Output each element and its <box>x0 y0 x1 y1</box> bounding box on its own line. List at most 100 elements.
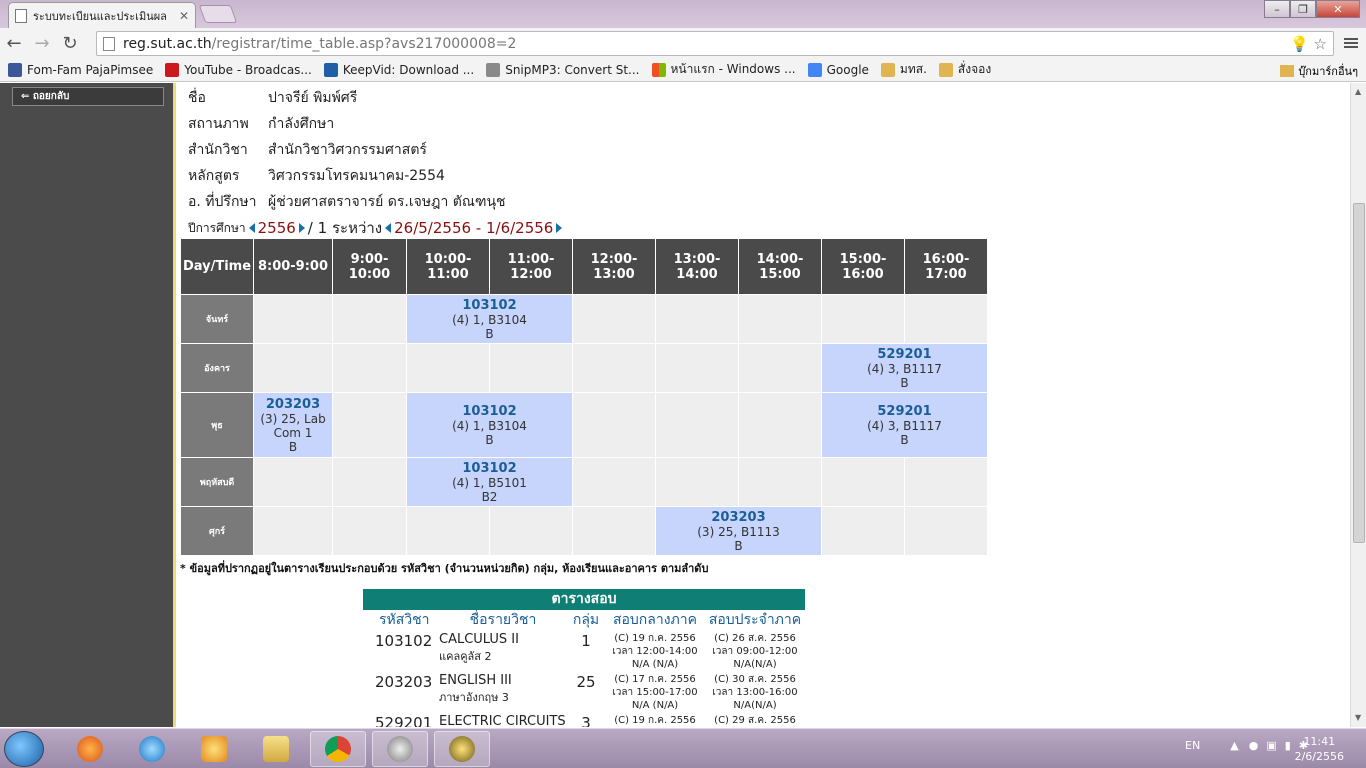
tray-arrow-icon[interactable]: ▲ <box>1230 739 1238 752</box>
folder-icon <box>880 62 895 77</box>
bookmark-item[interactable]: Fom-Fam PajaPimsee <box>8 62 153 77</box>
day-label: ศุกร์ <box>180 506 254 556</box>
term-selector: ปีการศึกษา 2556 / 1 ระหว่าง 26/5/2556 - … <box>188 216 565 240</box>
student-status-row: สถานภาพ กำลังศึกษา <box>188 116 335 132</box>
minimize-button[interactable]: – <box>1264 0 1290 18</box>
exam-row: 529201 ELECTRIC CIRCUITS 3 (C) 19 ก.ค. 2… <box>375 714 796 727</box>
firefox-taskbar-icon[interactable] <box>62 731 118 767</box>
day-label: พุธ <box>180 392 254 458</box>
chrome-taskbar-icon[interactable] <box>310 731 366 767</box>
youtube-icon <box>165 62 180 77</box>
exam-header-row: รหัสวิชา ชื่อรายวิชา กลุ่ม สอบกลางภาค สอ… <box>379 611 802 628</box>
timetable-header: 9:00-10:00 <box>332 238 407 295</box>
browser-tab[interactable]: ระบบทะเบียนและประเมินผล ✕ <box>8 2 196 28</box>
timetable-header: 10:00-11:00 <box>406 238 490 295</box>
timetable: Day/Time 8:00-9:00 9:00-10:00 10:00-11:0… <box>180 238 988 556</box>
scroll-down-icon[interactable]: ▼ <box>1355 713 1361 722</box>
bookmark-item[interactable]: SnipMP3: Convert St... <box>486 62 640 77</box>
exam-table-title: ตารางสอบ <box>363 589 805 610</box>
student-name-row: ชื่อ ปาจรีย์ พิมพ์ศรี <box>188 90 358 106</box>
address-bar[interactable]: reg.sut.ac.th/registrar/time_table.asp?a… <box>96 31 1334 56</box>
next-year-icon[interactable] <box>298 223 305 233</box>
day-label: อังคาร <box>180 343 254 393</box>
timetable-header: 8:00-9:00 <box>253 238 333 295</box>
start-button[interactable] <box>4 731 44 767</box>
url-path: /registrar/time_table.asp?avs217000008=2 <box>211 35 517 52</box>
class-block[interactable]: 529201 (4) 3, B1117 B <box>821 392 988 458</box>
timetable-header: Day/Time <box>180 238 254 295</box>
prev-week-icon[interactable] <box>385 223 392 233</box>
sidebar: ⇐ ถอยกลับ <box>0 83 176 727</box>
back-arrow-icon[interactable]: ← <box>0 33 28 54</box>
scrollbar-thumb[interactable] <box>1353 203 1365 543</box>
folder-icon <box>938 62 953 77</box>
bookmark-item[interactable]: หน้าแรก - Windows ... <box>651 60 796 79</box>
student-program-row: หลักสูตร วิศวกรรมโทรคมนาคม-2554 <box>188 168 445 184</box>
bookmark-item[interactable]: KeepVid: Download ... <box>323 62 474 77</box>
snipmp3-icon <box>486 62 501 77</box>
app-taskbar-icon[interactable] <box>372 731 428 767</box>
explorer-taskbar-icon[interactable] <box>248 731 304 767</box>
close-window-button[interactable]: ✕ <box>1316 0 1360 18</box>
media-player-taskbar-icon[interactable] <box>186 731 242 767</box>
tray-app-icon[interactable]: ● <box>1249 739 1259 752</box>
timetable-header: 14:00-15:00 <box>738 238 822 295</box>
clock[interactable]: 11:41 2/6/2556 <box>1295 734 1344 764</box>
bookmark-star-icon[interactable]: 💡 ☆ <box>1290 35 1327 53</box>
timetable-note: * ข้อมูลที่ปรากฏอยู่ในตารางเรียนประกอบด้… <box>180 562 709 575</box>
class-block[interactable]: 103102 (4) 1, B3104 B <box>406 392 573 458</box>
other-bookmarks[interactable]: บุ๊กมาร์กอื่นๆ <box>1280 62 1358 80</box>
timetable-header: 16:00-17:00 <box>904 238 988 295</box>
google-icon <box>807 62 822 77</box>
class-block[interactable]: 203203 (3) 25, Lab Com 1B <box>253 392 333 458</box>
new-tab-button[interactable] <box>198 5 238 23</box>
day-label: พฤหัสบดี <box>180 457 254 507</box>
timetable-header: 12:00-13:00 <box>572 238 656 295</box>
tab-title: ระบบทะเบียนและประเมินผล <box>33 9 167 23</box>
bookmark-folder[interactable]: สั่งจอง <box>938 60 991 79</box>
exam-row: 203203 ENGLISH III ภาษาอังกฤษ 3 25 (C) 17… <box>375 673 798 711</box>
language-indicator[interactable]: EN <box>1185 739 1200 752</box>
bookmarks-bar: Fom-Fam PajaPimsee YouTube - Broadcas...… <box>0 58 1366 82</box>
url-host: reg.sut.ac.th <box>123 35 212 52</box>
bookmark-folder[interactable]: มทส. <box>880 60 927 79</box>
folder-icon <box>1280 65 1295 77</box>
timetable-header: 11:00-12:00 <box>489 238 573 295</box>
usb-icon[interactable]: ▣ <box>1266 739 1276 752</box>
chrome-menu-icon[interactable] <box>1344 36 1358 50</box>
timetable-header: 15:00-16:00 <box>821 238 905 295</box>
browser-toolbar: ← → ↻ reg.sut.ac.th/registrar/time_table… <box>0 28 1366 58</box>
page-content: ⇐ ถอยกลับ ชื่อ ปาจรีย์ พิมพ์ศรี สถานภาพ กำ… <box>0 83 1350 727</box>
prev-year-icon[interactable] <box>248 223 255 233</box>
page-icon <box>103 36 115 51</box>
bookmark-item[interactable]: YouTube - Broadcas... <box>165 62 312 77</box>
maximize-button[interactable]: ❐ <box>1290 0 1316 18</box>
exam-row: 103102 CALCULUS II แคลคูลัส 2 1 (C) 19 ก.… <box>375 632 798 670</box>
next-week-icon[interactable] <box>556 223 563 233</box>
network-icon[interactable]: ▮ <box>1285 739 1291 752</box>
back-button[interactable]: ⇐ ถอยกลับ <box>12 87 164 106</box>
day-label: จันทร์ <box>180 294 254 344</box>
windows-icon <box>651 62 666 77</box>
tab-close-icon[interactable]: ✕ <box>179 9 189 23</box>
bookmark-item[interactable]: Google <box>807 62 869 77</box>
vertical-scrollbar[interactable]: ▲ ▼ <box>1350 83 1366 727</box>
browser-title-bar: ระบบทะเบียนและประเมินผล ✕ – ❐ ✕ <box>0 0 1366 28</box>
student-advisor-row: อ. ที่ปรึกษา ผู้ช่วยศาสตราจารย์ ดร.เจษฎา … <box>188 194 506 210</box>
class-block[interactable]: 103102 (4) 1, B5101 B2 <box>406 457 573 507</box>
scroll-up-icon[interactable]: ▲ <box>1355 87 1361 96</box>
student-school-row: สำนักวิชา สำนักวิชาวิศวกรรมศาสตร์ <box>188 142 427 158</box>
exam-table: ตารางสอบ รหัสวิชา ชื่อรายวิชา กลุ่ม สอบก… <box>363 589 805 727</box>
page-icon <box>15 8 27 23</box>
facebook-icon <box>8 62 22 77</box>
class-block[interactable]: 103102 (4) 1, B3104 B <box>406 294 573 344</box>
class-block[interactable]: 203203 (3) 25, B1113 B <box>655 506 822 556</box>
ie-taskbar-icon[interactable] <box>124 731 180 767</box>
dragon-app-taskbar-icon[interactable] <box>434 731 490 767</box>
windows-taskbar: EN ▲ ● ▣ ▮ ✱ 11:41 2/6/2556 <box>0 728 1366 768</box>
forward-arrow-icon[interactable]: → <box>28 33 56 54</box>
class-block[interactable]: 529201 (4) 3, B1117 B <box>821 343 988 393</box>
keepvid-icon <box>323 62 338 77</box>
timetable-header: 13:00-14:00 <box>655 238 739 295</box>
reload-icon[interactable]: ↻ <box>56 33 84 54</box>
